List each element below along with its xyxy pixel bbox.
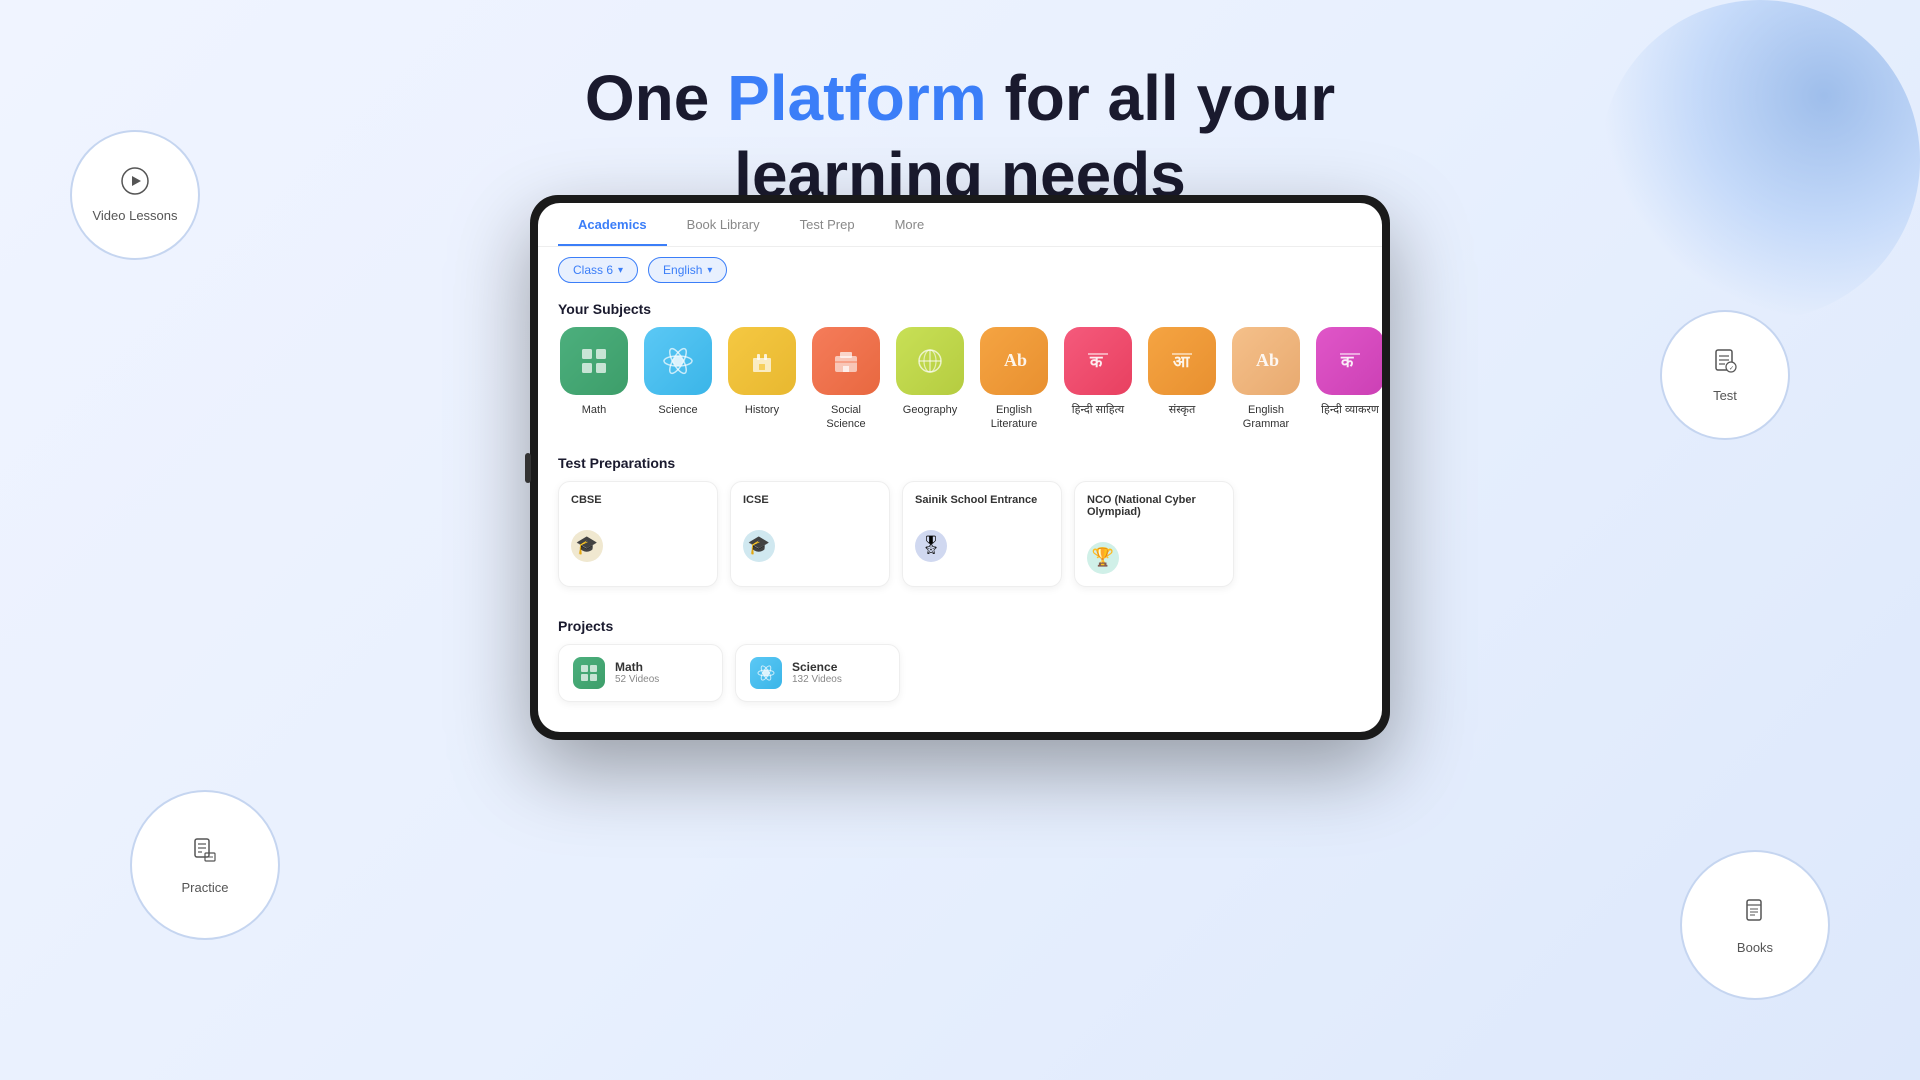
hindi-vyakaran-icon: क — [1316, 327, 1382, 395]
science-project-icon — [750, 657, 782, 689]
books-icon — [1739, 895, 1771, 934]
test-circle[interactable]: ✓ Test — [1660, 310, 1790, 440]
test-label: Test — [1713, 388, 1737, 403]
heading-highlight: Platform — [727, 62, 987, 134]
test-prep-list: CBSE 🎓 ICSE 🎓 Sainik School Entrance 🎖 N… — [538, 481, 1382, 602]
tab-academics[interactable]: Academics — [558, 203, 667, 246]
practice-icon — [189, 835, 221, 874]
math-project-name: Math — [615, 660, 659, 674]
test-card-sainik[interactable]: Sainik School Entrance 🎖 — [902, 481, 1062, 587]
science-label: Science — [658, 403, 697, 417]
subjects-section-title: Your Subjects — [538, 293, 1382, 327]
svg-text:क: क — [1089, 354, 1103, 371]
class-filter[interactable]: Class 6 ▾ — [558, 257, 638, 283]
subject-social-science[interactable]: Social Science — [810, 327, 882, 432]
math-project-icon — [573, 657, 605, 689]
svg-text:क: क — [1340, 354, 1354, 371]
tablet-side-button — [525, 453, 531, 483]
projects-section-title: Projects — [538, 610, 1382, 644]
subject-geography[interactable]: Geography — [894, 327, 966, 432]
heading-part2: for all your — [987, 62, 1336, 134]
sainik-title: Sainik School Entrance — [915, 494, 1049, 506]
english-grammar-label: English Grammar — [1230, 403, 1302, 432]
subject-sanskrit[interactable]: आ संस्कृत — [1146, 327, 1218, 432]
sainik-icon: 🎖 — [915, 530, 947, 562]
subjects-list: Math Science — [538, 327, 1382, 447]
science-icon — [644, 327, 712, 395]
subject-english-grammar[interactable]: Ab English Grammar — [1230, 327, 1302, 432]
chevron-down-icon: ▾ — [707, 265, 712, 276]
test-card-cbse[interactable]: CBSE 🎓 — [558, 481, 718, 587]
sanskrit-label: संस्कृत — [1169, 403, 1195, 417]
practice-circle[interactable]: Practice — [130, 790, 280, 940]
subject-hindi-vyakaran[interactable]: क हिन्दी व्याकरण — [1314, 327, 1382, 432]
test-prep-section-title: Test Preparations — [538, 447, 1382, 481]
play-icon — [121, 167, 149, 202]
science-project-info: Science 132 Videos — [792, 660, 842, 685]
books-label: Books — [1737, 940, 1773, 955]
tab-test-prep[interactable]: Test Prep — [780, 203, 875, 246]
icse-icon: 🎓 — [743, 530, 775, 562]
language-filter[interactable]: English ▾ — [648, 257, 727, 283]
test-card-icse[interactable]: ICSE 🎓 — [730, 481, 890, 587]
icse-title: ICSE — [743, 494, 877, 506]
math-project-info: Math 52 Videos — [615, 660, 659, 685]
history-icon — [728, 327, 796, 395]
science-project-name: Science — [792, 660, 842, 674]
subject-science[interactable]: Science — [642, 327, 714, 432]
page-heading: One Platform for all your learning needs — [0, 0, 1920, 214]
math-project-count: 52 Videos — [615, 674, 659, 685]
cbse-icon: 🎓 — [571, 530, 603, 562]
nav-tabs: Academics Book Library Test Prep More — [538, 203, 1382, 247]
subject-math[interactable]: Math — [558, 327, 630, 432]
tab-more[interactable]: More — [875, 203, 945, 246]
video-lessons-label: Video Lessons — [92, 208, 177, 223]
hindi-vyakaran-label: हिन्दी व्याकरण — [1321, 403, 1379, 417]
social-science-label: Social Science — [810, 403, 882, 432]
chevron-down-icon: ▾ — [618, 265, 623, 276]
books-circle[interactable]: Books — [1680, 850, 1830, 1000]
english-grammar-icon: Ab — [1232, 327, 1300, 395]
heading-part1: One — [585, 62, 727, 134]
geography-label: Geography — [903, 403, 957, 417]
subject-hindi-sahitya[interactable]: क हिन्दी साहित्य — [1062, 327, 1134, 432]
subject-english-lit[interactable]: Ab English Literature — [978, 327, 1050, 432]
svg-text:Ab: Ab — [1256, 350, 1279, 370]
sanskrit-icon: आ — [1148, 327, 1216, 395]
tablet-screen: Academics Book Library Test Prep More Cl… — [538, 203, 1382, 732]
projects-list: Math 52 Videos Science — [538, 644, 1382, 702]
hindi-sahitya-icon: क — [1064, 327, 1132, 395]
english-lit-label: English Literature — [978, 403, 1050, 432]
filters: Class 6 ▾ English ▾ — [538, 247, 1382, 293]
test-card-nco[interactable]: NCO (National Cyber Olympiad) 🏆 — [1074, 481, 1234, 587]
project-math[interactable]: Math 52 Videos — [558, 644, 723, 702]
video-lessons-circle[interactable]: Video Lessons — [70, 130, 200, 260]
test-icon: ✓ — [1711, 347, 1739, 382]
project-science[interactable]: Science 132 Videos — [735, 644, 900, 702]
social-science-icon — [812, 327, 880, 395]
cbse-title: CBSE — [571, 494, 705, 506]
practice-label: Practice — [182, 880, 229, 895]
nco-icon: 🏆 — [1087, 542, 1119, 574]
geography-icon — [896, 327, 964, 395]
svg-text:आ: आ — [1173, 354, 1190, 371]
hindi-sahitya-label: हिन्दी साहित्य — [1072, 403, 1124, 417]
tab-book-library[interactable]: Book Library — [667, 203, 780, 246]
math-icon — [560, 327, 628, 395]
tablet-device: Academics Book Library Test Prep More Cl… — [530, 195, 1390, 740]
svg-text:✓: ✓ — [1729, 366, 1734, 372]
history-label: History — [745, 403, 779, 417]
english-lit-icon: Ab — [980, 327, 1048, 395]
nco-title: NCO (National Cyber Olympiad) — [1087, 494, 1221, 518]
science-project-count: 132 Videos — [792, 674, 842, 685]
svg-text:Ab: Ab — [1004, 350, 1027, 370]
math-label: Math — [582, 403, 606, 417]
app-content: Academics Book Library Test Prep More Cl… — [538, 203, 1382, 732]
subject-history[interactable]: History — [726, 327, 798, 432]
